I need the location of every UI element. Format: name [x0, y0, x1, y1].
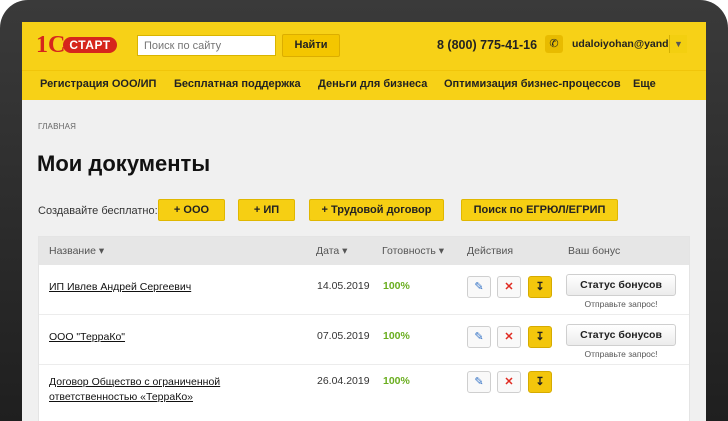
document-date: 07.05.2019	[317, 330, 370, 342]
table-row: ИП Ивлев Андрей Сергеевич 14.05.2019 100…	[39, 265, 689, 315]
create-label: Создавайте бесплатно:	[38, 205, 158, 217]
table-header: Название ▾ Дата ▾ Готовность ▾ Действия …	[39, 237, 689, 265]
page-title: Мои документы	[37, 151, 211, 176]
nav-item-optimization[interactable]: Оптимизация бизнес-процессов	[444, 78, 621, 90]
document-link[interactable]: ООО "ТерраКо"	[49, 330, 309, 345]
col-ready[interactable]: Готовность ▾	[382, 245, 444, 257]
logo-1c: 1С	[36, 32, 66, 58]
document-link[interactable]: ИП Ивлев Андрей Сергеевич	[49, 280, 309, 295]
egrul-search-button[interactable]: Поиск по ЕГРЮЛ/ЕГРИП	[461, 199, 618, 221]
document-readiness: 100%	[383, 330, 410, 342]
document-date: 14.05.2019	[317, 280, 370, 292]
logo-start: СТАРТ	[63, 37, 117, 53]
download-icon[interactable]: ↧	[528, 326, 552, 348]
delete-icon[interactable]: ✕	[497, 276, 521, 298]
document-readiness: 100%	[383, 280, 410, 292]
document-date: 26.04.2019	[317, 375, 370, 387]
bonus-note: Отправьте запрос!	[584, 349, 658, 359]
create-labor-contract-button[interactable]: + Трудовой договор	[309, 199, 444, 221]
main-nav: Регистрация ООО/ИП Бесплатная поддержка …	[22, 70, 706, 100]
delete-icon[interactable]: ✕	[497, 326, 521, 348]
chevron-down-icon[interactable]: ▼	[669, 35, 687, 53]
document-link[interactable]: Договор Общество с ограниченной ответств…	[49, 375, 309, 405]
edit-icon[interactable]: ✎	[467, 276, 491, 298]
documents-table: Название ▾ Дата ▾ Готовность ▾ Действия …	[38, 236, 690, 421]
table-row: ООО "ТерраКо" 07.05.2019 100% ✎ ✕ ↧ Стат…	[39, 315, 689, 365]
bonus-status-button[interactable]: Статус бонусов	[566, 274, 676, 296]
col-actions: Действия	[467, 245, 514, 257]
edit-icon[interactable]: ✎	[467, 326, 491, 348]
site-logo[interactable]: 1С СТАРТ	[36, 32, 117, 58]
browser-viewport: 1С СТАРТ Найти 8 (800) 775-41-16 ✆ udalo…	[22, 22, 706, 421]
document-readiness: 100%	[383, 375, 410, 387]
bonus-status-button[interactable]: Статус бонусов	[566, 324, 676, 346]
edit-icon[interactable]: ✎	[467, 371, 491, 393]
create-ooo-button[interactable]: + ООО	[158, 199, 225, 221]
col-date[interactable]: Дата ▾	[316, 245, 347, 257]
bonus-note: Отправьте запрос!	[584, 299, 658, 309]
download-icon[interactable]: ↧	[528, 276, 552, 298]
nav-item-money[interactable]: Деньги для бизнеса	[318, 78, 427, 90]
col-name[interactable]: Название ▾	[49, 245, 104, 257]
delete-icon[interactable]: ✕	[497, 371, 521, 393]
nav-item-support[interactable]: Бесплатная поддержка	[174, 78, 301, 90]
search-button[interactable]: Найти	[282, 34, 340, 57]
search-input[interactable]	[137, 35, 276, 56]
col-bonus: Ваш бонус	[568, 245, 621, 257]
nav-item-more[interactable]: Еще	[633, 78, 656, 90]
user-email[interactable]: udaloiyohan@yand...	[572, 38, 677, 50]
breadcrumb[interactable]: ГЛАВНАЯ	[38, 122, 76, 131]
site-header: 1С СТАРТ Найти 8 (800) 775-41-16 ✆ udalo…	[22, 22, 706, 70]
laptop-frame: 1С СТАРТ Найти 8 (800) 775-41-16 ✆ udalo…	[0, 0, 728, 421]
download-icon[interactable]: ↧	[528, 371, 552, 393]
create-ip-button[interactable]: + ИП	[238, 199, 295, 221]
phone-icon[interactable]: ✆	[545, 35, 563, 53]
nav-item-registration[interactable]: Регистрация ООО/ИП	[40, 78, 156, 90]
phone-number: 8 (800) 775-41-16	[437, 38, 538, 52]
table-row: Договор Общество с ограниченной ответств…	[39, 365, 689, 415]
